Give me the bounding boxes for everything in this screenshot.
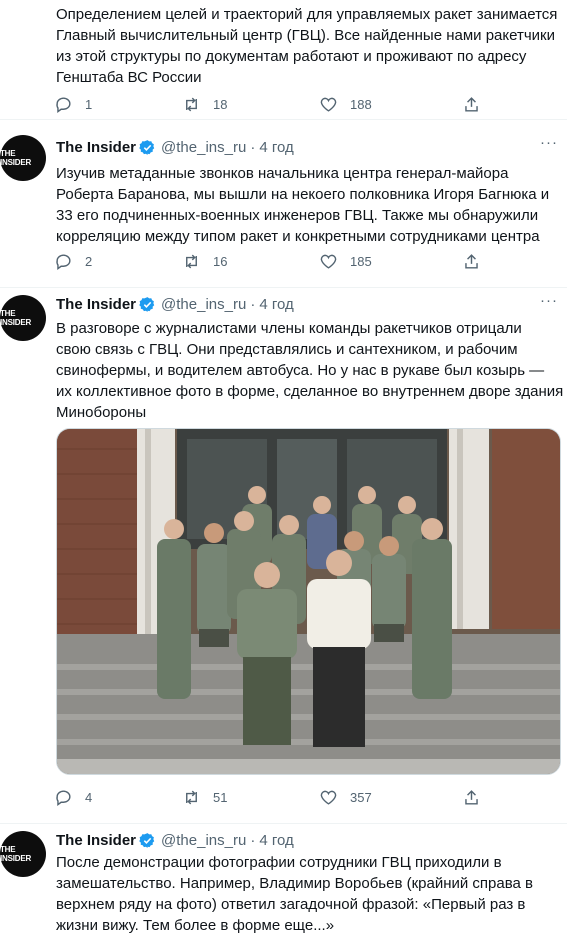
tweet-text-line: верхнем ряду на фото) ответил загадочной… [56, 896, 526, 913]
tweet-text-line: В разговоре с журналистами члены команды… [56, 320, 522, 337]
separator-dot: · [250, 295, 256, 313]
retweet-button[interactable]: 16 [182, 252, 227, 271]
reply-icon [56, 790, 71, 807]
separator-dot: · [250, 138, 256, 156]
retweet-count: 16 [213, 254, 228, 269]
share-button[interactable] [462, 788, 481, 807]
like-button[interactable]: 188 [319, 95, 372, 114]
reply-icon [56, 97, 71, 114]
separator-dot: · [250, 831, 256, 849]
tweet-text: В разговоре с журналистами члены команды… [56, 318, 566, 423]
tweet-text-line: 33 его подчиненных-военных инженеров ГВЦ… [56, 207, 539, 224]
tweet-text-line: Роберта Баранова, мы вышли на некоего по… [56, 186, 550, 203]
tweet-photo[interactable] [56, 428, 561, 775]
verified-badge-icon [139, 296, 155, 312]
retweet-count: 51 [213, 790, 228, 805]
avatar-logo-text: THE INSIDER [0, 845, 32, 863]
author-name[interactable]: The Insider [56, 296, 136, 313]
verified-badge-icon [139, 832, 155, 848]
retweet-count: 18 [213, 97, 228, 112]
tweet-header: The Insider @the_ins_ru · 4 год [56, 829, 294, 851]
like-icon [320, 790, 337, 805]
tweet-text-line: корреляцию между типом ракет и конкретны… [56, 228, 540, 245]
timestamp[interactable]: 4 год [259, 139, 293, 156]
share-button[interactable] [462, 95, 481, 114]
author-handle[interactable]: @the_ins_ru [161, 832, 246, 849]
retweet-icon [186, 97, 197, 112]
tweet[interactable]: Определением целей и траекторий для упра… [0, 0, 567, 120]
author-name[interactable]: The Insider [56, 832, 136, 849]
avatar-logo-text: THE INSIDER [0, 149, 32, 167]
like-count: 185 [350, 254, 372, 269]
tweet[interactable]: THE INSIDER The Insider @the_ins_ru · 4 … [0, 824, 567, 938]
reply-count: 1 [85, 97, 93, 112]
tweet-text-line: из этой структуры по документам работают… [56, 48, 527, 65]
like-button[interactable]: 185 [319, 252, 372, 271]
retweet-button[interactable]: 18 [182, 95, 227, 114]
reply-button[interactable]: 1 [54, 95, 92, 114]
tweet-actions: 1 18 188 [54, 95, 484, 115]
share-icon [465, 790, 478, 805]
like-icon [320, 254, 337, 269]
tweet-text-line: замешательство. Например, Владимир Вороб… [56, 875, 533, 892]
reply-count: 4 [85, 790, 93, 805]
tweet-text-line: Главный вычислительный центр (ГВЦ). Все … [56, 27, 555, 44]
more-icon[interactable]: ··· [539, 293, 559, 314]
author-name[interactable]: The Insider [56, 139, 136, 156]
avatar[interactable]: THE INSIDER [0, 831, 46, 877]
retweet-button[interactable]: 51 [182, 788, 227, 807]
tweet-text-line: жизни вижу. Тем более в форме еще...» [56, 917, 335, 934]
reply-button[interactable]: 4 [54, 788, 92, 807]
tweet-header: The Insider @the_ins_ru · 4 год [56, 136, 294, 158]
tweet-text-line: свою связь с ГВЦ. Они представлялись и с… [56, 341, 518, 358]
tweet[interactable]: THE INSIDER The Insider @the_ins_ru · 4 … [0, 120, 567, 288]
avatar[interactable]: THE INSIDER [0, 135, 46, 181]
tweet-actions: 4 51 357 [54, 788, 484, 808]
reply-count: 2 [85, 254, 93, 269]
author-handle[interactable]: @the_ins_ru [161, 139, 246, 156]
tweet-text-line: их коллективное фото в форме, сделанное … [56, 383, 564, 400]
retweet-icon [186, 790, 197, 805]
group-photo-illustration [57, 429, 560, 774]
tweet-header: The Insider @the_ins_ru · 4 год [56, 293, 294, 315]
like-count: 357 [350, 790, 372, 805]
tweet-text-line: Генштаба ВС России [56, 69, 202, 86]
retweet-icon [186, 254, 197, 269]
like-icon [320, 97, 337, 112]
tweet-actions: 2 16 185 [54, 252, 484, 272]
tweet-text-line: Определением целей и траекторий для упра… [56, 6, 558, 23]
tweet-text: После демонстрации фотографии сотрудники… [56, 852, 566, 936]
reply-icon [56, 254, 71, 271]
like-count: 188 [350, 97, 372, 112]
tweet-text: Определением целей и траекторий для упра… [56, 4, 566, 88]
share-button[interactable] [462, 252, 481, 271]
tweet-text-line: Минобороны [56, 404, 147, 421]
more-icon[interactable]: ··· [539, 135, 559, 156]
avatar[interactable]: THE INSIDER [0, 295, 46, 341]
like-button[interactable]: 357 [319, 788, 372, 807]
timestamp[interactable]: 4 год [259, 832, 293, 849]
tweet-feed: Определением целей и траекторий для упра… [0, 0, 567, 938]
author-handle[interactable]: @the_ins_ru [161, 296, 246, 313]
tweet-text: Изучив метаданные звонков начальника цен… [56, 163, 566, 247]
share-icon [465, 254, 478, 269]
avatar-logo-text: THE INSIDER [0, 309, 32, 327]
reply-button[interactable]: 2 [54, 252, 92, 271]
tweet-text-line: Изучив метаданные звонков начальника цен… [56, 165, 509, 182]
timestamp[interactable]: 4 год [259, 296, 293, 313]
share-icon [465, 97, 478, 112]
tweet-text-line: После демонстрации фотографии сотрудники… [56, 854, 502, 871]
tweet-text-line: свинофермы, и водителем автобуса. Но у н… [56, 362, 545, 379]
verified-badge-icon [139, 139, 155, 155]
